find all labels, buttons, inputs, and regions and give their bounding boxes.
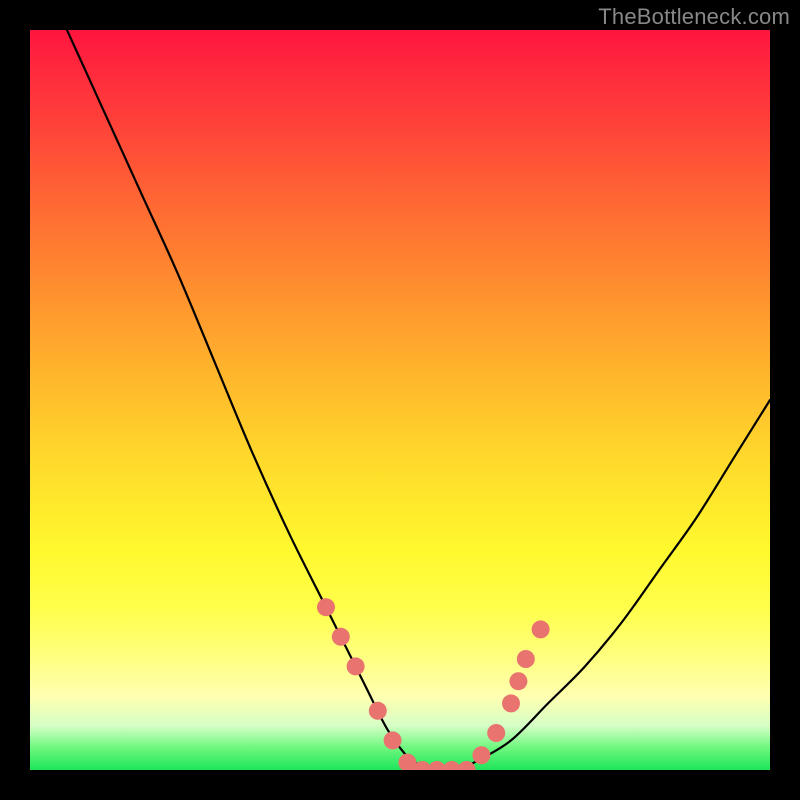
chart-frame: TheBottleneck.com — [0, 0, 800, 800]
highlight-dot — [317, 598, 335, 616]
highlight-dots — [317, 598, 550, 770]
highlight-dot — [347, 657, 365, 675]
highlight-dot — [384, 731, 402, 749]
highlight-dot — [369, 702, 387, 720]
bottleneck-curve — [67, 30, 770, 770]
highlight-dot — [517, 650, 535, 668]
highlight-dot — [509, 672, 527, 690]
watermark-text: TheBottleneck.com — [598, 4, 790, 30]
highlight-dot — [332, 628, 350, 646]
highlight-dot — [472, 746, 490, 764]
highlight-dot — [532, 620, 550, 638]
highlight-dot — [487, 724, 505, 742]
plot-area — [30, 30, 770, 770]
curve-svg — [30, 30, 770, 770]
highlight-dot — [502, 694, 520, 712]
